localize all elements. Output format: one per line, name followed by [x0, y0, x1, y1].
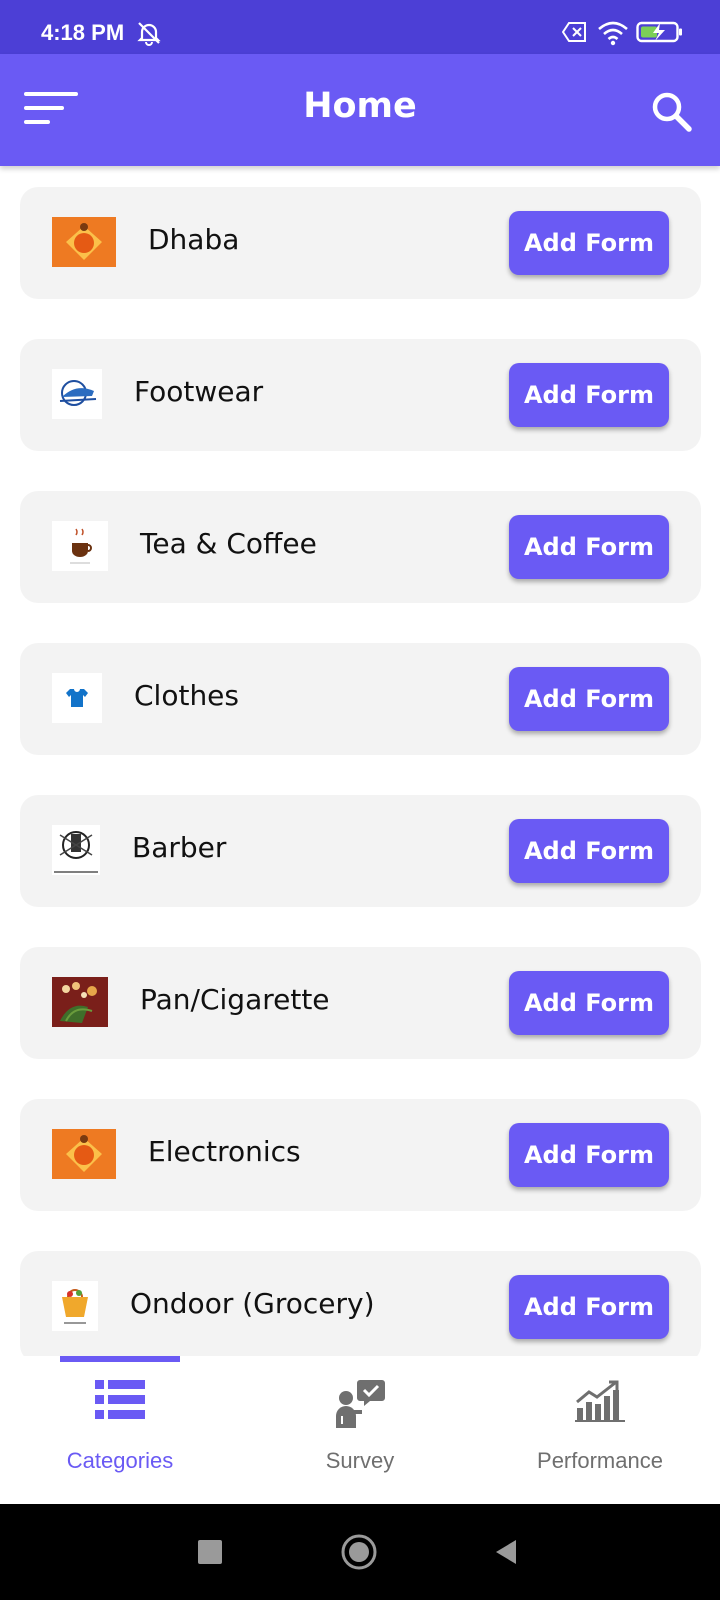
bottom-nav: Categories Survey Performance: [0, 1356, 720, 1504]
tab-label: Performance: [537, 1448, 663, 1473]
add-form-button[interactable]: Add Form: [509, 819, 669, 883]
list-icon: [95, 1380, 145, 1424]
tab-performance[interactable]: Performance: [480, 1356, 720, 1504]
add-form-button[interactable]: Add Form: [509, 1275, 669, 1339]
category-list[interactable]: Dhaba Add Form Footwear Add Form Tea & C…: [0, 166, 720, 1356]
back-triangle-icon: [496, 1540, 516, 1564]
home-circle-icon: [341, 1534, 377, 1570]
search-button[interactable]: [650, 90, 694, 134]
category-label: Dhaba: [148, 223, 240, 256]
tab-survey[interactable]: Survey: [240, 1356, 480, 1504]
category-card-tea-coffee: Tea & Coffee Add Form: [20, 491, 701, 603]
wifi-icon: [597, 20, 629, 50]
footwear-logo: [52, 369, 102, 419]
survey-icon: [334, 1378, 386, 1434]
clothes-logo: [52, 673, 102, 723]
pan-cigarette-logo: [52, 977, 108, 1027]
category-label: Electronics: [148, 1135, 301, 1168]
electronics-logo: [52, 1129, 116, 1179]
recents-button[interactable]: [198, 1540, 222, 1564]
category-card-barber: Barber Add Form: [20, 795, 701, 907]
category-card-clothes: Clothes Add Form: [20, 643, 701, 755]
tab-label: Survey: [325, 1448, 395, 1473]
status-time: 4:18 PM: [41, 20, 125, 45]
category-label: Pan/Cigarette: [140, 983, 330, 1016]
tab-categories[interactable]: Categories: [0, 1356, 240, 1504]
add-form-button[interactable]: Add Form: [509, 1123, 669, 1187]
app-bar: Home: [0, 54, 720, 166]
category-label: Ondoor (Grocery): [130, 1287, 375, 1320]
home-button[interactable]: [341, 1534, 377, 1570]
category-card-grocery: Ondoor (Grocery) Add Form: [20, 1251, 701, 1356]
battery-charging-icon: [636, 20, 684, 48]
status-bar: 4:18 PM: [0, 0, 720, 54]
performance-chart-icon: [575, 1380, 625, 1426]
barber-logo: [52, 825, 100, 875]
add-form-button[interactable]: Add Form: [509, 211, 669, 275]
category-label: Tea & Coffee: [140, 527, 317, 560]
dhaba-logo: [52, 217, 116, 267]
search-icon: [652, 92, 692, 132]
close-box-icon: [561, 20, 588, 48]
category-label: Footwear: [134, 375, 264, 408]
category-label: Clothes: [134, 679, 239, 712]
tea-coffee-logo: [52, 521, 108, 571]
category-card-dhaba: Dhaba Add Form: [20, 187, 701, 299]
add-form-button[interactable]: Add Form: [509, 667, 669, 731]
system-nav-bar: [0, 1504, 720, 1600]
add-form-button[interactable]: Add Form: [509, 971, 669, 1035]
grocery-logo: [52, 1281, 98, 1331]
category-card-pan-cigarette: Pan/Cigarette Add Form: [20, 947, 701, 1059]
add-form-button[interactable]: Add Form: [509, 515, 669, 579]
page-title: Home: [303, 86, 417, 126]
category-label: Barber: [132, 831, 227, 864]
back-button[interactable]: [494, 1538, 518, 1566]
tab-label: Categories: [66, 1448, 174, 1473]
category-card-footwear: Footwear Add Form: [20, 339, 701, 451]
bell-muted-icon: [136, 20, 162, 50]
category-card-electronics: Electronics Add Form: [20, 1099, 701, 1211]
add-form-button[interactable]: Add Form: [509, 363, 669, 427]
